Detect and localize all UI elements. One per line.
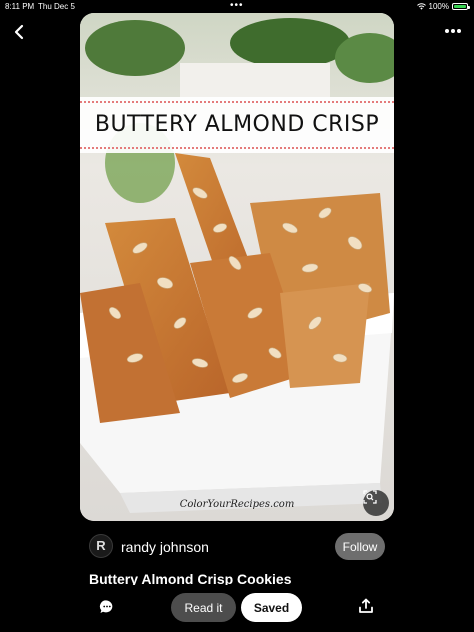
pin-banner: BUTTERY ALMOND CRISP xyxy=(80,97,394,153)
comment-icon[interactable] xyxy=(99,599,115,615)
status-date: Thu Dec 5 xyxy=(38,2,75,11)
bottom-action-bar xyxy=(0,585,474,632)
read-it-button[interactable]: Read it xyxy=(171,593,236,622)
wifi-icon xyxy=(416,3,426,10)
author-name[interactable]: randy johnson xyxy=(121,539,209,555)
avatar[interactable]: R xyxy=(89,534,113,558)
more-icon[interactable] xyxy=(444,24,462,38)
share-icon[interactable] xyxy=(358,598,374,614)
status-time: 8:11 PM xyxy=(5,2,35,11)
banner-stripe-top xyxy=(80,101,394,103)
visual-search-icon xyxy=(363,490,377,504)
watermark: ColorYourRecipes.com xyxy=(179,499,295,510)
battery-fill xyxy=(454,5,466,8)
status-right: 100% xyxy=(416,2,470,11)
cookie-photo xyxy=(80,13,394,521)
status-bar: 8:11 PM Thu Dec 5 ••• 100% xyxy=(0,0,474,14)
battery-percent: 100% xyxy=(428,2,449,11)
saved-button[interactable]: Saved xyxy=(241,593,302,622)
visual-search-button[interactable] xyxy=(363,490,389,516)
banner-stripe-bottom xyxy=(80,147,394,149)
chevron-left-icon[interactable] xyxy=(10,22,30,42)
battery-icon xyxy=(452,3,470,10)
multitasking-dots-icon[interactable]: ••• xyxy=(230,0,244,11)
pin-image[interactable]: BUTTERY ALMOND CRISP ColorYourRecipes.co… xyxy=(80,13,394,521)
follow-button[interactable]: Follow xyxy=(335,533,385,560)
banner-title: BUTTERY ALMOND CRISP xyxy=(94,112,380,137)
pin-title: Buttery Almond Crisp Cookies xyxy=(89,571,292,585)
